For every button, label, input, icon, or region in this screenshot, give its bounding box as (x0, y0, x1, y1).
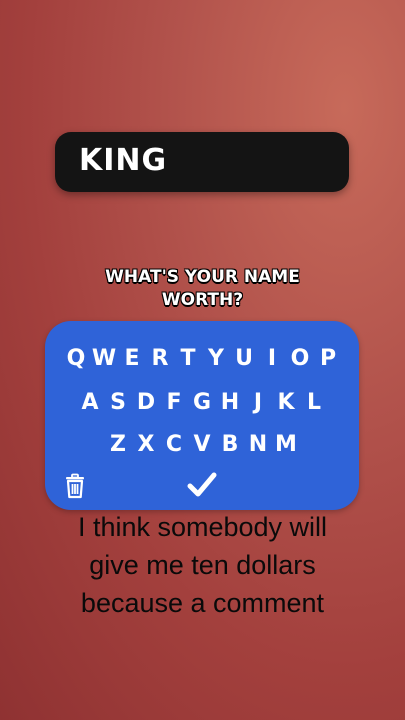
key-i[interactable]: I (258, 345, 286, 373)
key-v[interactable]: V (188, 431, 216, 459)
key-w[interactable]: W (90, 345, 118, 373)
key-q[interactable]: Q (62, 345, 90, 373)
key-x[interactable]: X (132, 431, 160, 459)
prompt-line-2: WORTH? (161, 290, 244, 310)
key-g[interactable]: G (188, 389, 216, 417)
caption-line-3: because a comment (80, 588, 325, 618)
key-z[interactable]: Z (104, 431, 132, 459)
key-r[interactable]: R (146, 345, 174, 373)
caption-line-2: give me ten dollars (89, 550, 316, 580)
keyboard-row-3: Z X C V B N M (45, 431, 359, 459)
key-o[interactable]: O (286, 345, 314, 373)
name-value: KING (79, 143, 168, 178)
keyboard-row-2: A S D F G H J K L (45, 389, 359, 417)
key-l[interactable]: L (300, 389, 328, 417)
key-e[interactable]: E (118, 345, 146, 373)
key-m[interactable]: M (272, 431, 300, 459)
name-display: KING (55, 132, 349, 192)
prompt-line-1: WHAT'S YOUR NAME (105, 267, 300, 287)
keyboard-row-1: Q W E R T Y U I O P (45, 345, 359, 373)
key-k[interactable]: K (272, 389, 300, 417)
checkmark-icon[interactable] (187, 471, 217, 499)
key-j[interactable]: J (244, 389, 272, 417)
key-c[interactable]: C (160, 431, 188, 459)
key-h[interactable]: H (216, 389, 244, 417)
key-n[interactable]: N (244, 431, 272, 459)
key-a[interactable]: A (76, 389, 104, 417)
key-y[interactable]: Y (202, 345, 230, 373)
key-d[interactable]: D (132, 389, 160, 417)
key-p[interactable]: P (314, 345, 342, 373)
key-u[interactable]: U (230, 345, 258, 373)
key-t[interactable]: T (174, 345, 202, 373)
on-screen-keyboard: Q W E R T Y U I O P A S D F G H J K L Z … (45, 321, 359, 510)
prompt-title: WHAT'S YOUR NAME WORTH? (0, 266, 405, 312)
trash-icon[interactable] (63, 473, 87, 499)
caption-line-1: I think somebody will (77, 512, 328, 542)
key-b[interactable]: B (216, 431, 244, 459)
key-f[interactable]: F (160, 389, 188, 417)
caption-text: I think somebody will give me ten dollar… (0, 508, 405, 622)
key-s[interactable]: S (104, 389, 132, 417)
